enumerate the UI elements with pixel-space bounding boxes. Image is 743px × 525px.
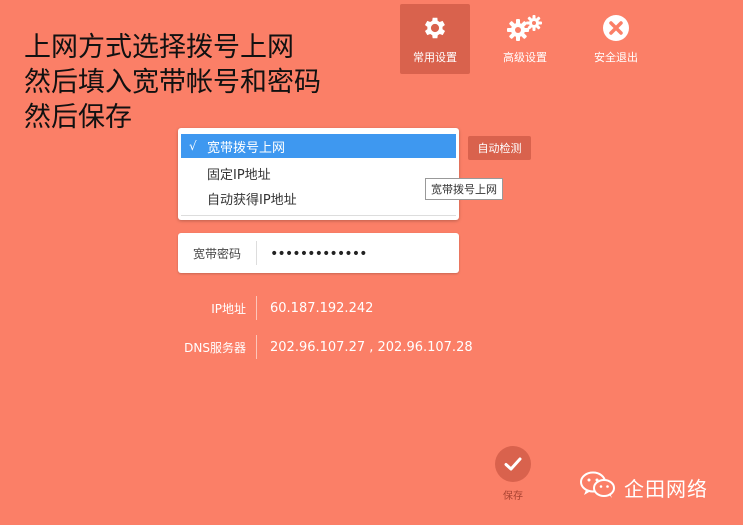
dropdown-option-pppoe[interactable]: √ 宽带拨号上网: [181, 134, 456, 158]
checkmark-icon: [495, 446, 531, 482]
save-label: 保存: [503, 491, 523, 502]
nav-advanced-settings[interactable]: 高级设置: [490, 4, 560, 74]
nav-label: 安全退出: [594, 51, 638, 64]
password-input[interactable]: [268, 243, 452, 265]
divider: [181, 215, 456, 216]
auto-detect-button[interactable]: 自动检测: [468, 136, 531, 160]
dns-value: 202.96.107.27 , 202.96.107.28: [270, 339, 473, 355]
check-icon: √: [189, 139, 197, 153]
ip-value: 60.187.192.242: [270, 300, 374, 316]
watermark: 企田网络: [580, 471, 708, 503]
wechat-icon: [580, 471, 616, 503]
watermark-text: 企田网络: [624, 476, 708, 501]
dropdown-option-dhcp[interactable]: 自动获得IP地址: [181, 186, 456, 210]
gears-icon: [505, 13, 545, 43]
close-circle-icon: [602, 13, 630, 43]
nav-label: 常用设置: [413, 51, 457, 64]
save-button[interactable]: 保存: [491, 446, 535, 506]
password-label: 宽带密码: [193, 246, 242, 261]
option-label: 自动获得IP地址: [207, 192, 297, 208]
tooltip: 宽带拨号上网: [425, 178, 503, 200]
ip-address-row: IP地址 60.187.192.242: [178, 294, 498, 322]
nav-safe-logout[interactable]: 安全退出: [581, 4, 651, 74]
dns-label: DNS服务器: [184, 340, 246, 355]
connection-type-dropdown[interactable]: √ 宽带拨号上网 固定IP地址 自动获得IP地址: [178, 128, 459, 220]
password-field-group: 宽带密码: [178, 233, 459, 273]
divider: [256, 335, 257, 359]
gear-icon: [421, 13, 449, 43]
nav-common-settings[interactable]: 常用设置: [400, 4, 470, 74]
dropdown-option-static-ip[interactable]: 固定IP地址: [181, 161, 456, 185]
top-nav: 常用设置 高级设置 安全退出: [0, 0, 743, 80]
option-label: 固定IP地址: [207, 167, 271, 183]
ip-label: IP地址: [211, 301, 246, 316]
dns-server-row: DNS服务器 202.96.107.27 , 202.96.107.28: [178, 333, 498, 361]
option-label: 宽带拨号上网: [207, 140, 286, 156]
nav-label: 高级设置: [503, 51, 547, 64]
divider: [256, 241, 257, 265]
divider: [256, 296, 257, 320]
